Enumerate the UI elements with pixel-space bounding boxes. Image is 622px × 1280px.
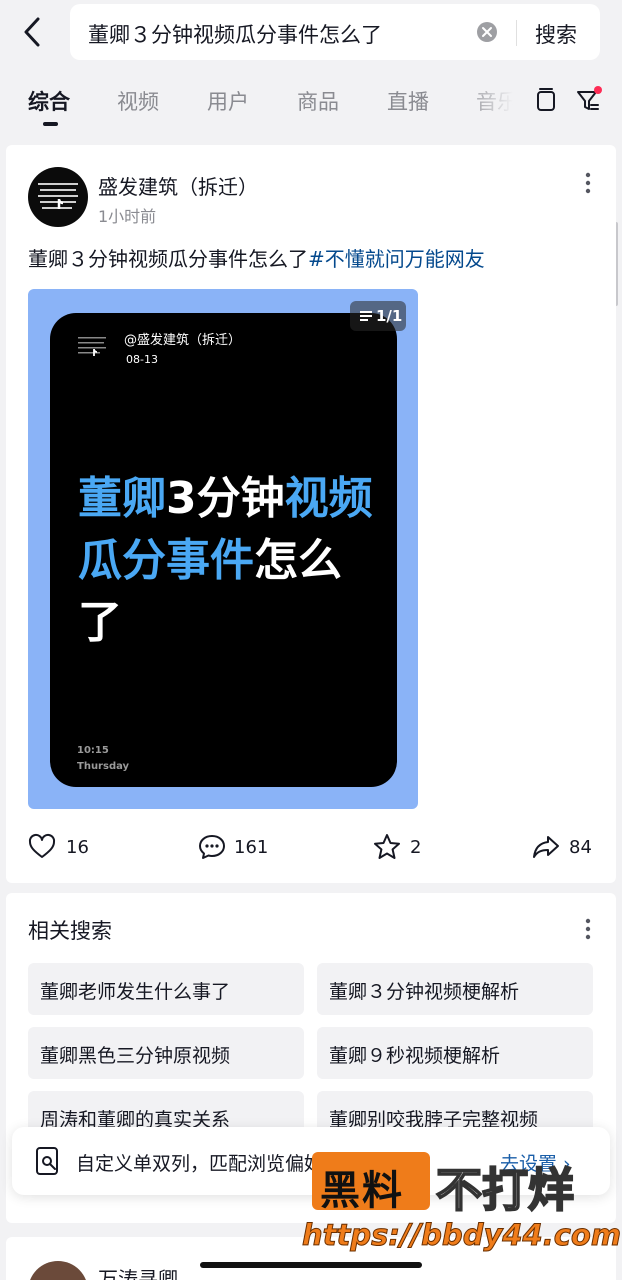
active-tab-indicator bbox=[43, 122, 58, 126]
post-caption: 董卿３分钟视频瓜分事件怎么了#不懂就问万能网友 bbox=[28, 243, 485, 272]
search-button[interactable]: 搜索 bbox=[535, 19, 577, 49]
tab-bar: 综合 视频 用户 商品 直播 音乐 bbox=[0, 72, 622, 134]
headline-part: 了 bbox=[78, 597, 122, 648]
post-actions: 16 161 2 84 bbox=[6, 829, 616, 869]
tab-user[interactable]: 用户 bbox=[207, 86, 249, 116]
headline-part: 怎么 bbox=[254, 535, 342, 586]
share-count: 84 bbox=[569, 837, 592, 858]
related-search-label: 董卿９秒视频梗解析 bbox=[329, 1045, 501, 1067]
media-phone-time: 10:15 bbox=[77, 745, 109, 756]
layout-settings-icon bbox=[36, 1147, 58, 1175]
post-author[interactable]: 盛发建筑（拆迁） bbox=[98, 171, 258, 200]
related-search-label: 董卿老师发生什么事了 bbox=[40, 981, 231, 1003]
media-phone-screen: @盛发建筑（拆迁） 08-13 董卿3分钟视频 瓜分事件怎么了 10:15 Thu… bbox=[50, 313, 397, 787]
comment-icon[interactable] bbox=[198, 833, 226, 861]
tab-product[interactable]: 商品 bbox=[297, 86, 339, 116]
media-overlay-date: 08-13 bbox=[126, 353, 158, 366]
more-options-icon[interactable] bbox=[585, 171, 591, 195]
top-bar: 董卿３分钟视频瓜分事件怎么了 搜索 bbox=[0, 0, 622, 68]
layout-toggle-icon[interactable] bbox=[532, 86, 560, 114]
favorite-count: 2 bbox=[410, 837, 422, 858]
post-media[interactable]: @盛发建筑（拆迁） 08-13 董卿3分钟视频 瓜分事件怎么了 10:15 Thu… bbox=[28, 289, 418, 809]
more-options-icon[interactable] bbox=[585, 917, 591, 941]
related-search-chip[interactable]: 董卿黑色三分钟原视频 bbox=[28, 1027, 304, 1079]
related-search-title: 相关搜索 bbox=[28, 919, 112, 943]
avatar-text-icon bbox=[38, 183, 78, 209]
caption-text: 董卿３分钟视频瓜分事件怎么了 bbox=[28, 247, 308, 271]
media-phone-day: Thursday bbox=[77, 761, 130, 772]
list-icon bbox=[360, 311, 372, 321]
headline-part: 瓜分事件 bbox=[78, 535, 254, 586]
media-headline: 董卿3分钟视频 瓜分事件怎么了 bbox=[78, 468, 378, 654]
search-input[interactable]: 董卿３分钟视频瓜分事件怎么了 bbox=[88, 19, 382, 49]
tab-fade bbox=[462, 72, 522, 122]
watermark-badge: 黑料 bbox=[312, 1152, 430, 1214]
avatar[interactable] bbox=[28, 167, 88, 227]
next-post-author[interactable]: 万涛寻卿 bbox=[98, 1263, 178, 1280]
banner-text: 自定义单双列，匹配浏览偏好 bbox=[76, 1153, 324, 1175]
headline-part: 3分钟 bbox=[166, 473, 285, 524]
media-avatar bbox=[74, 329, 112, 367]
filter-icon[interactable] bbox=[574, 86, 602, 114]
post-time: 1小时前 bbox=[98, 207, 157, 226]
watermark-badge-text: 黑料 bbox=[320, 1168, 404, 1214]
headline-part: 董卿 bbox=[78, 473, 166, 524]
star-icon[interactable] bbox=[373, 833, 401, 861]
like-count: 16 bbox=[66, 837, 89, 858]
watermark: 黑料 不打烊 https://bbdy44.com bbox=[301, 1150, 622, 1260]
post-card[interactable]: 盛发建筑（拆迁） 1小时前 董卿３分钟视频瓜分事件怎么了#不懂就问万能网友 @盛… bbox=[6, 145, 616, 883]
comment-count: 161 bbox=[234, 837, 269, 858]
search-box[interactable]: 董卿３分钟视频瓜分事件怎么了 搜索 bbox=[70, 4, 600, 60]
page-indicator: 1/1 bbox=[350, 301, 406, 331]
home-indicator[interactable] bbox=[200, 1262, 422, 1268]
related-search-chip[interactable]: 董卿９秒视频梗解析 bbox=[317, 1027, 593, 1079]
like-icon[interactable] bbox=[28, 833, 56, 861]
watermark-text: 不打烊 bbox=[435, 1162, 575, 1218]
hashtag-link[interactable]: #不懂就问万能网友 bbox=[308, 247, 485, 271]
back-arrow-icon[interactable] bbox=[18, 14, 48, 50]
tab-live[interactable]: 直播 bbox=[387, 86, 429, 116]
share-icon[interactable] bbox=[532, 833, 560, 861]
search-divider bbox=[516, 20, 517, 46]
related-search-chip[interactable]: 董卿老师发生什么事了 bbox=[28, 963, 304, 1015]
related-search-chip[interactable]: 董卿３分钟视频梗解析 bbox=[317, 963, 593, 1015]
next-post-avatar[interactable] bbox=[28, 1261, 88, 1280]
clear-icon[interactable] bbox=[476, 21, 498, 43]
related-search-label: 董卿３分钟视频梗解析 bbox=[329, 981, 520, 1003]
media-avatar-icon bbox=[78, 337, 106, 356]
tab-video[interactable]: 视频 bbox=[117, 86, 159, 116]
headline-part: 视频 bbox=[284, 473, 373, 524]
related-search-label: 董卿黑色三分钟原视频 bbox=[40, 1045, 231, 1067]
media-overlay-name: @盛发建筑（拆迁） bbox=[124, 333, 242, 348]
watermark-url: https://bbdy44.com bbox=[301, 1218, 622, 1253]
page-indicator-text: 1/1 bbox=[376, 307, 403, 325]
tab-comprehensive[interactable]: 综合 bbox=[28, 86, 70, 116]
